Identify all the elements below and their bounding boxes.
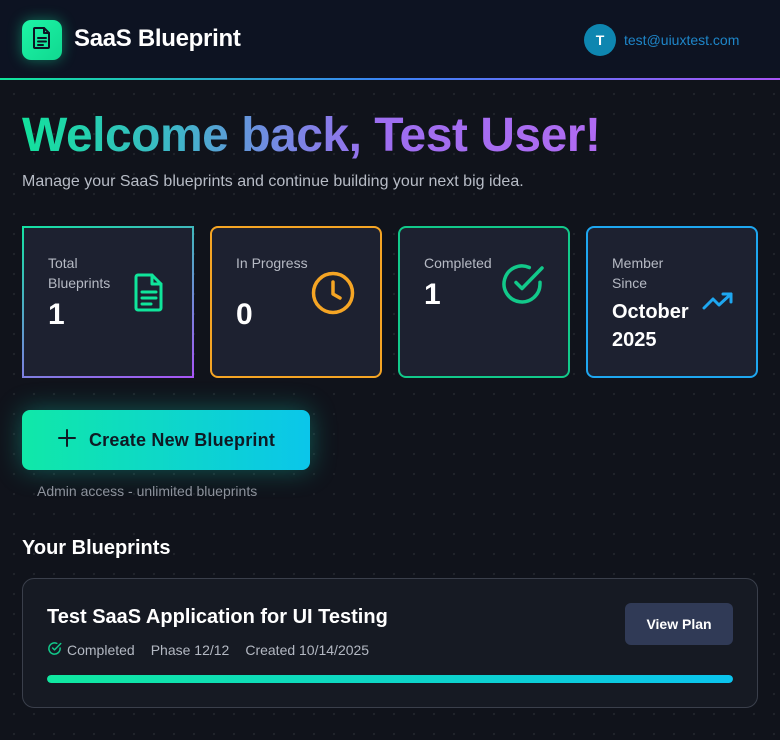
create-new-blueprint-button[interactable]: Create New Blueprint bbox=[22, 410, 310, 470]
create-button-label: Create New Blueprint bbox=[88, 429, 276, 450]
status-text: Completed bbox=[67, 642, 135, 658]
clock-icon bbox=[310, 270, 356, 321]
plus-icon bbox=[57, 428, 77, 453]
document-icon bbox=[132, 272, 166, 317]
stat-label: Total Blueprints bbox=[48, 255, 111, 291]
stat-label: In Progress bbox=[236, 255, 308, 271]
status-badge: Completed bbox=[47, 641, 135, 659]
admin-access-note: Admin access - unlimited blueprints bbox=[37, 483, 258, 499]
blueprint-meta: Completed Phase 12/12 Created 10/14/2025 bbox=[47, 641, 369, 659]
document-icon bbox=[31, 26, 53, 55]
progress-bar bbox=[47, 675, 733, 683]
logo[interactable] bbox=[22, 20, 62, 60]
stat-value: 0 bbox=[236, 298, 253, 331]
stat-label: Member Since bbox=[612, 255, 664, 291]
stat-card-in-progress: In Progress 0 bbox=[210, 226, 382, 378]
created-date: Created 10/14/2025 bbox=[245, 642, 370, 658]
user-email[interactable]: test@uiuxtest.com bbox=[624, 32, 739, 48]
stat-value: 1 bbox=[48, 298, 65, 331]
section-title: Your Blueprints bbox=[22, 537, 171, 559]
blueprint-card[interactable]: Test SaaS Application for UI Testing Com… bbox=[22, 578, 758, 708]
stat-card-completed: Completed 1 bbox=[398, 226, 570, 378]
stat-card-total-blueprints: Total Blueprints 1 bbox=[22, 226, 194, 378]
view-plan-button[interactable]: View Plan bbox=[625, 603, 733, 645]
blueprint-title: Test SaaS Application for UI Testing bbox=[47, 606, 388, 628]
check-circle-icon bbox=[47, 641, 62, 659]
trending-up-icon bbox=[702, 292, 734, 317]
phase-text: Phase 12/12 bbox=[150, 642, 230, 658]
top-navigation-bar: SaaS Blueprint T test@uiuxtest.com bbox=[0, 0, 780, 80]
check-circle-icon bbox=[498, 260, 546, 313]
avatar[interactable]: T bbox=[584, 24, 616, 56]
stat-value: October 2025 bbox=[612, 301, 689, 351]
stat-value: 1 bbox=[424, 278, 441, 311]
welcome-heading: Welcome back, Test User! bbox=[22, 109, 601, 162]
welcome-subtitle: Manage your SaaS blueprints and continue… bbox=[22, 173, 524, 190]
stat-card-member-since: Member Since October 2025 bbox=[586, 226, 758, 378]
brand-name[interactable]: SaaS Blueprint bbox=[74, 25, 241, 53]
progress-fill bbox=[47, 675, 733, 683]
